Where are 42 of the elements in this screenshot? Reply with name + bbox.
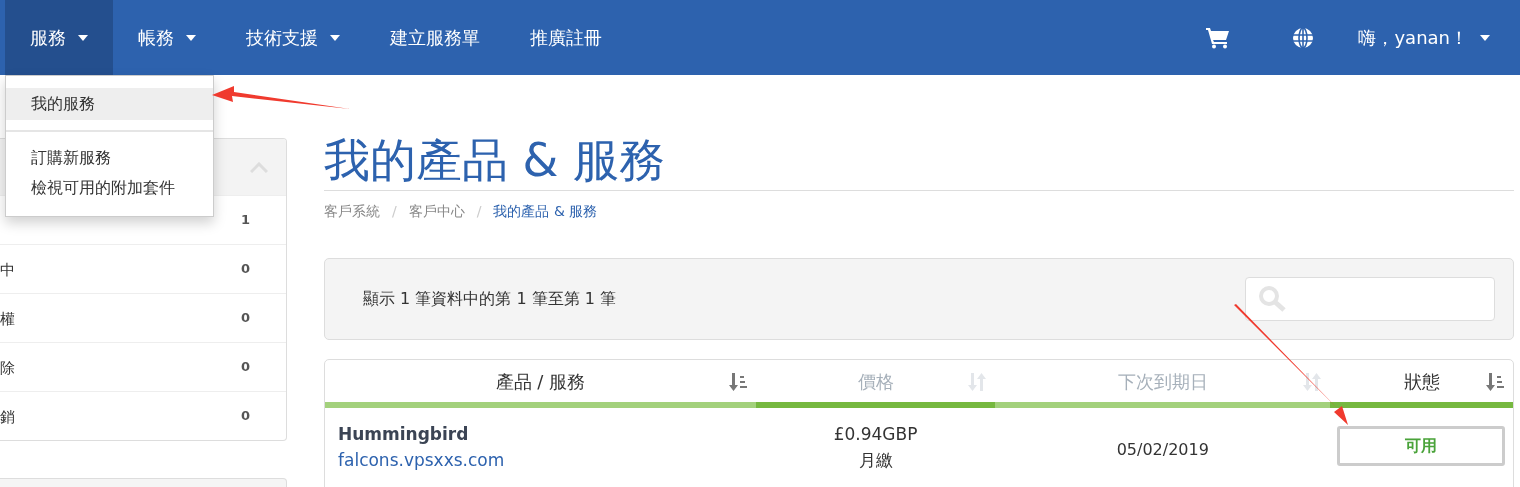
nav-item[interactable]: 服務 [5, 0, 113, 75]
column-header[interactable]: 狀態 [1330, 360, 1513, 408]
count-label: 0 [240, 309, 250, 327]
status-badge: 可用 [1337, 426, 1506, 466]
sidebar-row[interactable]: 除 0 [0, 342, 286, 391]
nav-item[interactable]: 推廣註冊 [505, 0, 627, 75]
sidebar-row[interactable]: 中 0 [0, 244, 286, 293]
product-name: Hummingbird [338, 423, 470, 446]
breadcrumb-link[interactable]: 客戶系統 [324, 201, 380, 222]
count-label: 0 [240, 358, 250, 376]
count-label: 1 [240, 211, 250, 229]
page-title: 我的產品 & 服務 [324, 132, 667, 188]
search-icon [1258, 285, 1288, 313]
due-date: 05/02/2019 [1116, 439, 1209, 461]
nav-item[interactable]: 建立服務單 [365, 0, 505, 75]
breadcrumb-link[interactable]: 客戶中心 [408, 201, 465, 222]
search-field[interactable] [1245, 277, 1495, 321]
table-row[interactable]: Hummingbird falcons.vpsxxs.com £0.94GBP 月繳 05/02/2019 可用 [325, 408, 1513, 487]
record-count-text: 顯示 1 筆資料中的第 1 筆至第 1 筆 [363, 288, 617, 310]
status-label: 除 [0, 358, 15, 379]
sidebar-row[interactable]: 權 0 [0, 293, 286, 342]
status-label: 銷 [0, 407, 15, 428]
sidebar-row[interactable]: 銷 0 [0, 391, 286, 440]
domain-link[interactable]: falcons.vpsxxs.com [338, 447, 756, 473]
nav-item[interactable]: 技術支援 [221, 0, 365, 75]
count-label: 0 [240, 407, 250, 425]
status-label: 權 [0, 309, 15, 330]
price-text: £0.94GBP [833, 423, 918, 446]
status-label: 中 [0, 260, 15, 281]
menu-item[interactable]: 我的服務 [6, 88, 213, 120]
caret-icon [1480, 34, 1490, 41]
breadcrumb-separator: / [392, 202, 397, 221]
user-menu[interactable]: 嗨，yanan！ [1358, 0, 1520, 75]
sort-icon[interactable] [727, 373, 748, 391]
breadcrumb-link[interactable]: 我的產品 & 服務 [493, 201, 598, 222]
billing-cycle: 月繳 [858, 448, 893, 472]
sort-icon[interactable] [1485, 373, 1505, 391]
count-label: 0 [240, 260, 250, 278]
breadcrumb-separator: / [476, 202, 482, 221]
menu-item[interactable]: 訂購新服務 [6, 142, 213, 174]
column-header[interactable]: 產品 / 服務 [325, 360, 756, 408]
nav-item[interactable]: 帳務 [113, 0, 221, 75]
